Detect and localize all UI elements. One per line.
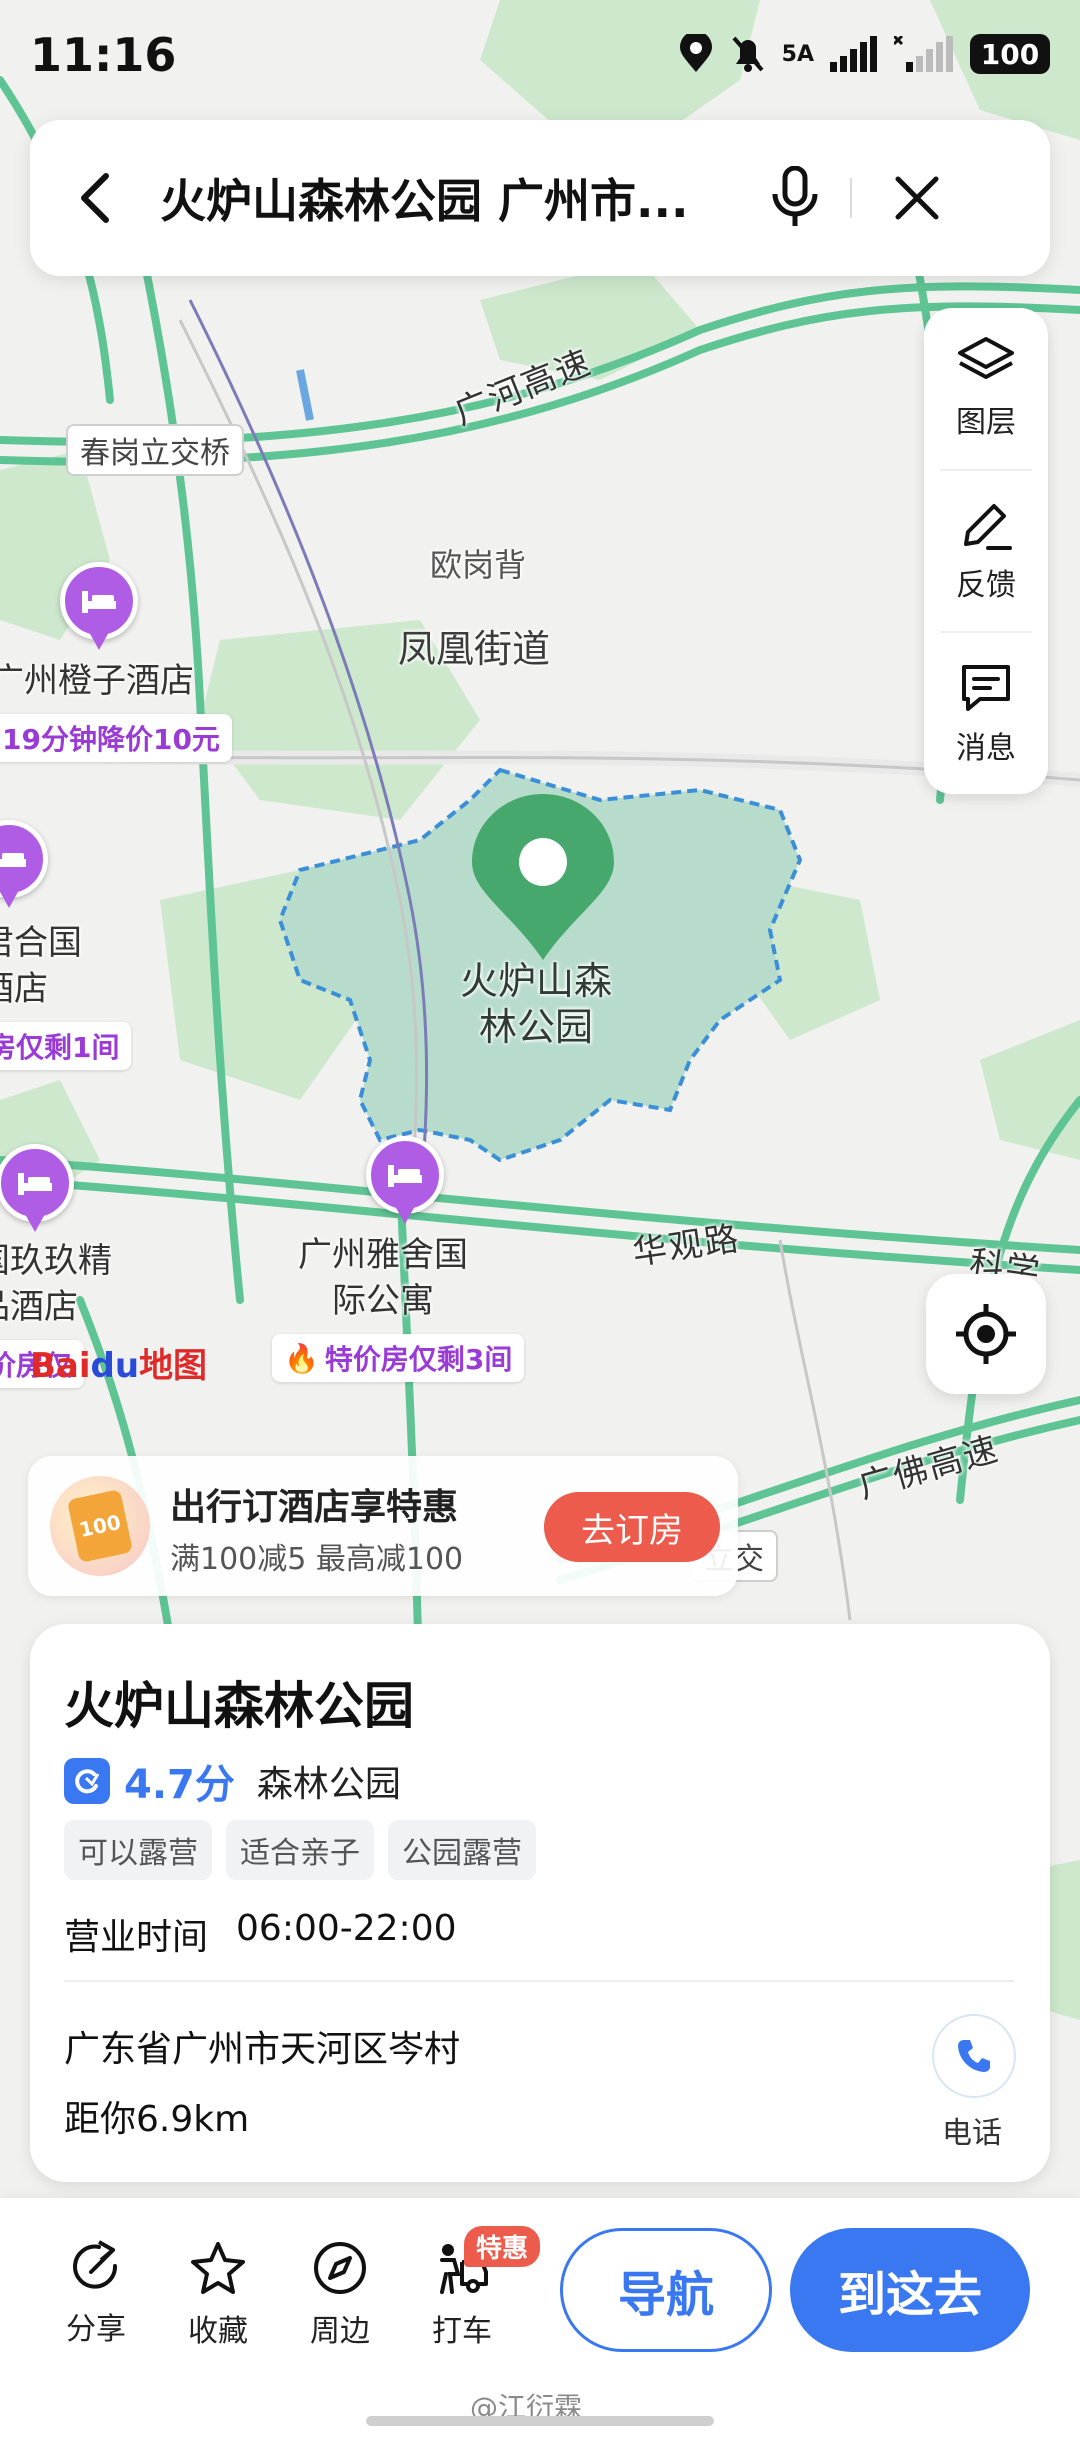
- favorite-label: 收藏: [188, 2314, 248, 2349]
- layers-icon: [958, 337, 1014, 380]
- messages-label: 消息: [956, 730, 1016, 766]
- signal-weak-icon: [894, 36, 953, 72]
- park-location-pin[interactable]: [470, 792, 616, 962]
- map-area-label: 欧岗背: [430, 546, 527, 584]
- favorite-button[interactable]: 收藏: [168, 2240, 268, 2350]
- map-bridge-label: 春岗立交桥: [66, 424, 244, 476]
- baidu-map-logo: Baidu地图: [30, 1338, 207, 1387]
- place-distance: 距你6.9km: [64, 2099, 250, 2140]
- hotel-promo-label: 房仅剩1间: [0, 1022, 132, 1070]
- rating-row: 4.7分 森林公园: [64, 1752, 401, 1810]
- place-tag: 可以露营: [64, 1820, 212, 1880]
- hours-value: 06:00-22:00: [236, 1908, 457, 1949]
- back-button[interactable]: [30, 120, 160, 276]
- mute-bell-icon: [732, 36, 764, 72]
- layers-button[interactable]: 图层: [924, 308, 1048, 469]
- place-detail-card[interactable]: 火炉山森林公园 4.7分 森林公园 可以露营 适合亲子 公园露营 营业时间 06…: [30, 1624, 1050, 2182]
- hotel-name-label[interactable]: 君合国 酒店: [0, 920, 82, 1012]
- locate-crosshair-icon: [956, 1304, 1016, 1364]
- phone-button[interactable]: [932, 2014, 1016, 2098]
- message-icon: [962, 664, 1010, 711]
- opening-hours: 营业时间 06:00-22:00: [64, 1908, 457, 1960]
- hotel-pin[interactable]: [60, 562, 138, 658]
- promo-title: 出行订酒店享特惠: [170, 1487, 459, 1528]
- map-tools-panel: 图层 反馈 消息: [924, 308, 1048, 794]
- chevron-left-icon: [81, 173, 109, 223]
- layers-label: 图层: [956, 405, 1016, 441]
- rating-icon: [64, 1758, 110, 1804]
- location-status-icon: [679, 34, 712, 72]
- hotel-promo-text: 特价房仅剩3间: [324, 1343, 513, 1376]
- hotel-name-label[interactable]: 广州橙子酒店: [0, 658, 194, 704]
- status-time: 11:16: [30, 28, 177, 82]
- share-label: 分享: [66, 2312, 126, 2347]
- place-category: 森林公园: [256, 1764, 401, 1805]
- compass-icon: [314, 2242, 366, 2294]
- hotel-name-label[interactable]: 广州雅舍国 际公寓: [298, 1232, 468, 1324]
- place-tag: 公园露营: [388, 1820, 536, 1880]
- battery-indicator: 100: [970, 34, 1050, 74]
- feedback-button[interactable]: 反馈: [924, 471, 1048, 632]
- status-icons: 5A 100: [678, 34, 1050, 74]
- search-bar[interactable]: 火炉山森林公园 广州市...: [30, 120, 1050, 276]
- hotel-promo-label: 19分钟降价10元: [0, 714, 232, 762]
- phone-label: 电话: [942, 2116, 1002, 2151]
- logo-text-bai: Bai: [30, 1346, 91, 1386]
- logo-text-map: 地图: [139, 1346, 208, 1386]
- close-icon: [895, 176, 939, 220]
- status-bar: 11:16 5A 100: [0, 0, 1080, 110]
- share-icon: [73, 2240, 118, 2289]
- card-divider: [64, 1980, 1014, 1982]
- place-tag: 适合亲子: [226, 1820, 374, 1880]
- hotel-pin[interactable]: [366, 1136, 444, 1232]
- bed-icon: [388, 1165, 422, 1187]
- feedback-label: 反馈: [956, 568, 1016, 603]
- microphone-icon: [772, 166, 818, 226]
- book-hotel-button[interactable]: 去订房: [544, 1492, 720, 1562]
- nearby-button[interactable]: 周边: [290, 2240, 390, 2350]
- bed-icon: [0, 853, 26, 867]
- park-map-label[interactable]: 火炉山森 林公园: [460, 958, 612, 1050]
- locate-me-button[interactable]: [926, 1274, 1046, 1394]
- coupon-badge: 100: [77, 1509, 123, 1543]
- messages-button[interactable]: 消息: [924, 633, 1048, 794]
- tag-row: 可以露营 适合亲子 公园露营: [64, 1820, 536, 1880]
- map-district-label: 凤凰街道: [398, 627, 551, 671]
- hours-label: 营业时间: [64, 1917, 209, 1958]
- bed-icon: [82, 591, 116, 613]
- close-button[interactable]: [852, 120, 982, 276]
- logo-text-du: du: [90, 1346, 140, 1386]
- taxi-label: 打车: [432, 2314, 492, 2349]
- search-query[interactable]: 火炉山森林公园 广州市...: [160, 165, 740, 231]
- hotel-name-label[interactable]: 国玖玖精 品酒店: [0, 1238, 112, 1330]
- voice-search-button[interactable]: [740, 120, 850, 276]
- signal-icon: [830, 36, 877, 72]
- rating-score: 4.7分: [124, 1762, 235, 1808]
- phone-icon: [958, 2040, 990, 2072]
- promo-subtitle: 满100减5 最高减100: [170, 1542, 464, 1577]
- navigate-button[interactable]: 导航: [560, 2228, 772, 2352]
- nearby-label: 周边: [310, 2314, 370, 2349]
- hotel-pin[interactable]: [0, 820, 48, 916]
- bottom-action-bar: 分享 收藏 周边 打车 特惠 导航 到这去 @江衍霖: [0, 2198, 1080, 2440]
- place-address[interactable]: 广东省广州市天河区岑村: [64, 2020, 460, 2072]
- feedback-pen-icon: [964, 504, 1012, 550]
- place-name: 火炉山森林公园: [64, 1677, 414, 1735]
- hotel-pin[interactable]: [0, 1144, 74, 1240]
- hotel-promo-label: 🔥 特价房仅剩3间: [272, 1334, 525, 1382]
- hotel-promo-banner[interactable]: 100 出行订酒店享特惠 满100减5 最高减100 去订房: [28, 1456, 738, 1596]
- star-icon: [191, 2242, 245, 2294]
- flame-icon: 🔥: [284, 1341, 319, 1375]
- go-here-button[interactable]: 到这去: [790, 2228, 1030, 2352]
- coupon-icon: 100: [50, 1476, 150, 1576]
- network-type: 5A: [781, 41, 814, 67]
- bed-icon: [18, 1173, 52, 1195]
- taxi-discount-badge: 特惠: [464, 2226, 541, 2267]
- home-indicator[interactable]: [366, 2416, 714, 2426]
- share-button[interactable]: 分享: [46, 2240, 146, 2348]
